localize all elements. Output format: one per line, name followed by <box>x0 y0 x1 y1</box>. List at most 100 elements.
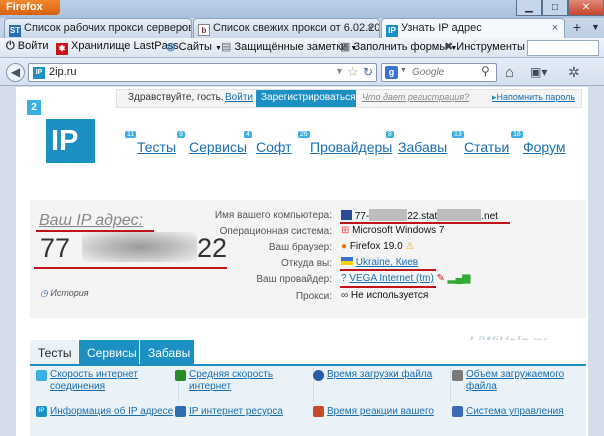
history-label: История <box>50 288 89 298</box>
tab-label: Список рабочих прокси серверов н... <box>24 22 192 34</box>
back-button[interactable]: ◀ <box>6 63 25 82</box>
test-item[interactable]: Объем загружаемого файла <box>452 369 586 393</box>
lastpass-vault-button[interactable]: ✱ Хранилище LastPass <box>56 40 179 56</box>
close-icon[interactable]: × <box>176 22 188 34</box>
home-icon[interactable]: ⌂ <box>505 64 514 81</box>
test-link[interactable]: Средняя скорость интернет <box>175 369 310 393</box>
os-text: Microsoft Windows 7 <box>352 225 445 236</box>
lastpass-search-input[interactable] <box>527 40 599 56</box>
test-link[interactable]: Скорость интернет соединения <box>36 369 176 393</box>
test-link[interactable]: IP интернет ресурса <box>175 406 310 418</box>
test-link[interactable]: Время реакции вашего <box>313 406 448 418</box>
tab-services[interactable]: Сервисы <box>79 340 139 364</box>
menu-services[interactable]: 9 Сервисы <box>177 131 247 155</box>
speed-icon <box>36 370 47 381</box>
bookmarks-menu-icon[interactable]: ▣▾ <box>530 65 547 79</box>
signal-icon: ▂▄▆ <box>447 273 471 284</box>
test-item[interactable]: IP Информация об IP адресе <box>36 406 176 418</box>
menu-software[interactable]: 4 Софт <box>244 131 292 155</box>
tools-menu[interactable]: ✖ Инструменты ▼ <box>444 40 535 56</box>
clock-icon: ◷ <box>40 288 48 298</box>
glasses-icon: ∞ <box>341 290 349 301</box>
window-frame-right <box>588 87 604 436</box>
test-link[interactable]: Информация об IP адресе <box>36 406 176 418</box>
secure-notes-menu[interactable]: ▤ Защищённые заметки ▼ <box>221 40 357 56</box>
bookmark-label: Заполнить формы <box>353 41 448 53</box>
warning-icon: ⚠ <box>405 241 415 252</box>
menu-providers[interactable]: 26 Провайдеры <box>298 131 392 155</box>
power-icon: ⏻ <box>6 40 15 52</box>
menu-badge: 18 <box>511 131 523 138</box>
test-item[interactable]: Система управления <box>452 406 586 418</box>
windows-icon: ⊞ <box>341 225 350 236</box>
lastpass-login-button[interactable]: ⏻ Войти <box>6 40 49 56</box>
maximize-button[interactable]: □ <box>542 0 568 16</box>
cms-icon <box>452 406 463 417</box>
address-bar[interactable]: IP 2ip.ru ▼ ☆ ↻ <box>28 63 377 82</box>
menu-badge: 11 <box>125 131 137 138</box>
tab-fun[interactable]: Забавы <box>140 340 194 364</box>
login-link[interactable]: Войти <box>225 92 253 103</box>
register-benefits-link[interactable]: Что дает регистрация? <box>362 92 469 102</box>
test-link[interactable]: Объем загружаемого файла <box>452 369 586 393</box>
menu-badge: 4 <box>244 131 252 138</box>
test-item[interactable]: Скорость интернет соединения <box>36 369 176 393</box>
search-box[interactable]: g ▼ Google ⚲ <box>381 63 497 82</box>
proxy-site-icon: b <box>198 24 210 36</box>
history-link[interactable]: ◷ История <box>40 288 89 299</box>
tab-label: Узнать IP адрес <box>401 22 482 34</box>
test-item[interactable]: Время загрузки файла <box>313 369 448 381</box>
search-placeholder: Google <box>412 67 445 78</box>
bookmark-label: Сайты <box>178 41 212 53</box>
ip-site-icon: IP <box>386 25 398 37</box>
reload-icon[interactable]: ↻ <box>363 65 373 79</box>
wrench-icon: ✖ <box>444 41 454 53</box>
location-link[interactable]: Ukraine, Киев <box>356 257 418 268</box>
value-part: 22.stat <box>407 211 438 222</box>
test-link[interactable]: Система управления <box>452 406 586 418</box>
site-logo[interactable]: IP <box>46 119 95 163</box>
computer-icon <box>341 210 352 220</box>
remind-password-link[interactable]: ▸Напомнить пароль <box>492 92 575 103</box>
menu-tests[interactable]: 11 Тесты <box>125 131 176 155</box>
test-item[interactable]: Средняя скорость интернет <box>175 369 310 393</box>
tab-tests[interactable]: Тесты <box>30 340 78 364</box>
google-icon[interactable]: g <box>385 66 398 79</box>
provider-link[interactable]: VEGA Internet (tm) <box>349 273 433 284</box>
new-tab-button[interactable]: + <box>567 20 587 36</box>
minimize-button[interactable]: ▁ <box>516 0 542 16</box>
form-icon: ▦ <box>340 41 351 53</box>
dropdown-arrow-icon[interactable]: ▼ <box>335 66 344 76</box>
annotation-underline <box>340 222 510 224</box>
url-text: 2ip.ru <box>49 66 77 78</box>
sites-menu[interactable]: ◍ Сайты ▼ <box>166 40 222 56</box>
menu-badge: 26 <box>298 131 310 138</box>
site-identity-icon[interactable]: IP <box>33 67 45 79</box>
addon-bug-icon[interactable]: ✲ <box>568 64 580 81</box>
tab-proxy-list-2[interactable]: bСписок свежих прокси от 6.02.2013 ... × <box>193 18 380 38</box>
firefox-menu-button[interactable]: Firefox <box>0 0 60 15</box>
list-tabs-icon[interactable]: ▼ <box>589 20 602 36</box>
fill-forms-menu[interactable]: ▦ Заполнить формы ▼ <box>340 40 457 56</box>
close-icon[interactable]: × <box>364 22 376 34</box>
register-button[interactable]: Зарегистрироваться <box>256 90 356 107</box>
test-link[interactable]: Время загрузки файла <box>313 369 448 381</box>
close-window-button[interactable]: ✕ <box>568 0 604 16</box>
test-item[interactable]: IP интернет ресурса <box>175 406 310 418</box>
menu-articles[interactable]: 13 Статьи <box>452 131 509 155</box>
star-icon[interactable]: ☆ <box>347 64 359 80</box>
bookmark-label: Войти <box>17 40 49 52</box>
note-icon: ▤ <box>221 41 232 53</box>
close-icon[interactable]: × <box>549 22 561 34</box>
menu-badge: 9 <box>177 131 185 138</box>
tab-proxy-list-1[interactable]: STСписок рабочих прокси серверов н... × <box>4 18 192 38</box>
browser-text: Firefox 19.0 <box>349 241 403 252</box>
menu-forum[interactable]: 18 Форум <box>511 131 566 155</box>
location-value: Ukraine, Киев <box>341 257 418 268</box>
chevron-down-icon[interactable]: ▼ <box>400 67 407 74</box>
test-item[interactable]: Время реакции вашего <box>313 406 448 418</box>
menu-fun[interactable]: 8 Забавы <box>386 131 448 155</box>
tab-ip-address[interactable]: IP Узнать IP адрес × <box>381 18 565 38</box>
menu-label: Забавы <box>398 139 448 155</box>
magnifier-icon[interactable]: ⚲ <box>481 64 490 78</box>
